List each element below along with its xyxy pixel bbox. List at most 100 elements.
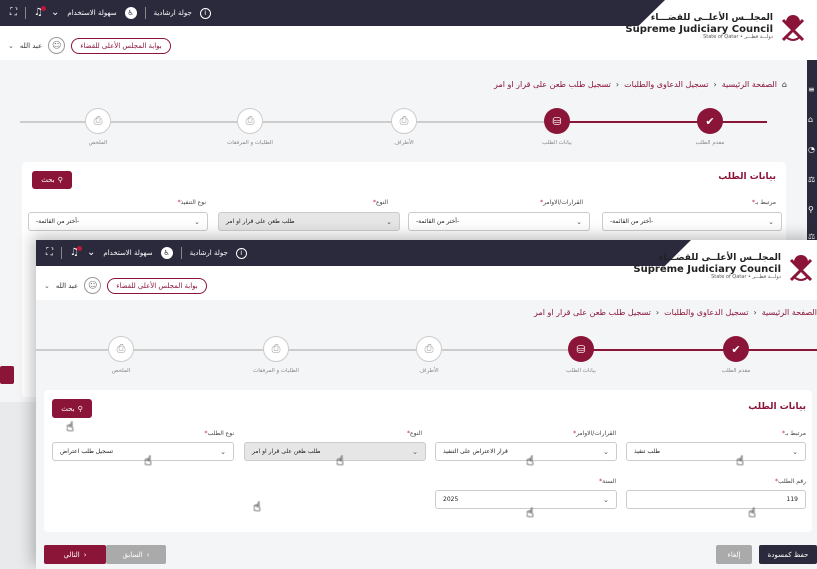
user-name[interactable]: عبد الله [56,282,78,290]
accessibility-label[interactable]: سهولة الاستخدام [103,249,152,257]
breadcrumb-current: تسجيل طلب طعن على قرار او امر [534,308,651,317]
linked-to-label: مرتبط بـ* [781,430,806,437]
search-button[interactable]: بحث ⚲ [32,171,72,189]
pointer-cursor-icon: ☝ [66,420,74,435]
notifications-icon[interactable]: ♫ [34,6,46,18]
search-icon: ⚲ [57,176,63,184]
user-row: ⌄ عبد الله ☺ بوابة المجلس الأعلى للقضاء [8,37,171,54]
next-button-partial[interactable] [0,366,14,384]
chevron-down-icon: ⌄ [603,447,609,456]
step-applicant[interactable]: ✔ مقدم الطلب [696,336,776,374]
card-title: بيانات الطلب [718,172,776,182]
step-summary[interactable]: ⎙ الملخص [81,336,161,374]
chevron-down-icon: ⌄ [603,495,609,504]
type-label: النوع* [407,430,422,437]
council-name-ar: المجلــس الأعلــى للقضـــاء [658,252,781,263]
scale-icon[interactable]: ⚖ [808,175,815,184]
decisions-select[interactable]: -أختر من القائمة- ⌄ [408,212,590,231]
breadcrumb-parent[interactable]: تسجيل الدعاوى والطلبات [624,80,708,89]
accessibility-icon[interactable]: ♿ [160,247,173,259]
header: ⛶ ♫ ⌄ سهولة الاستخدام ♿ جولة ارشادية i ا… [36,240,817,300]
portal-button[interactable]: بوابة المجلس الأعلى للقضاء [107,277,207,294]
chevron-down-icon[interactable]: ⌄ [8,42,14,50]
chevron-right-icon: › [83,550,87,559]
council-logo: المجلــس الأعلــى للقضـــاء Supreme Judi… [633,250,815,284]
info-icon[interactable]: i [199,7,211,19]
guide-tour-link[interactable]: جولة ارشادية [154,9,192,17]
step-attachments[interactable]: ⎙ الطلبات و المرفقات [236,336,316,374]
avatar[interactable]: ☺ [84,277,102,294]
pointer-cursor-icon: ☝ [336,454,344,469]
step-parties[interactable]: ⎙ الأطراف [389,336,469,374]
home-icon[interactable]: ⌂ [782,80,787,89]
chevron-down-icon[interactable]: ⌄ [87,248,95,258]
council-emblem-icon [789,255,813,282]
decisions-label: القرارات/الاوامر* [540,199,583,206]
breadcrumb-current: تسجيل طلب طعن على قرار او امر [494,80,611,89]
step-request-data[interactable]: ⛁ بيانات الطلب [517,108,597,146]
cancel-button[interactable]: إلغاء [716,545,752,564]
step-attachments[interactable]: ⎙ الطلبات و المرفقات [210,108,290,146]
council-subtitle: State of Qatar • دولـــة قطـــر [711,273,781,280]
next-button[interactable]: التالي › [44,545,106,564]
step-applicant[interactable]: ✔ مقدم الطلب [670,108,750,146]
breadcrumb: ⌂ الصفحة الرئيسية ‹ تسجيل الدعاوى والطلب… [494,80,787,89]
step-parties[interactable]: ⎙ الأطراف [364,108,444,146]
chevron-down-icon: ⌄ [576,217,582,226]
chevron-down-icon: ⌄ [792,447,798,456]
fullscreen-icon[interactable]: ⛶ [46,248,53,258]
network-icon[interactable]: ⚲ [808,205,814,214]
utility-bar: ⛶ ♫ ⌄ سهولة الاستخدام ♿ جولة ارشادية i [36,240,691,266]
stepper: ✔ مقدم الطلب ⛁ بيانات الطلب ⎙ الأطراف ⎙ الطل… [36,336,817,386]
menu-icon[interactable]: ≡ [808,85,815,94]
foreground-window: ⛶ ♫ ⌄ سهولة الاستخدام ♿ جولة ارشادية i ا… [36,240,817,569]
guide-tour-link[interactable]: جولة ارشادية [190,249,228,257]
type-select[interactable]: طلب طعن على قرار او امر ⌄ [218,212,400,231]
info-icon[interactable]: i [235,247,247,259]
breadcrumb-parent[interactable]: تسجيل الدعاوى والطلبات [664,308,748,317]
year-label: السنة* [599,478,616,485]
fullscreen-icon[interactable]: ⛶ [10,8,17,18]
chevron-down-icon[interactable]: ⌄ [51,8,59,18]
request-type-label: نوع الطلب* [204,430,234,437]
council-name-ar: المجلــس الأعلــى للقضـــاء [650,12,773,23]
linked-to-label: مرتبط بـ* [751,199,776,206]
request-type-select[interactable]: تسجيل طلب اعتراض ⌄ [52,442,234,461]
step-summary[interactable]: ⎙ الملخص [58,108,138,146]
pointer-cursor-icon: ☝ [253,500,261,515]
card-title: بيانات الطلب [748,402,806,412]
chevron-down-icon: ⌄ [386,217,392,226]
execution-type-select[interactable]: -أختر من القائمة- ⌄ [28,212,208,231]
linked-to-select[interactable]: -أختر من القائمة- ⌄ [602,212,782,231]
council-subtitle: State of Qatar • دولـــة قطـــر [703,33,773,40]
linked-to-select[interactable]: طلب تنفيذ ⌄ [626,442,806,461]
stepper: ✔ مقدم الطلب ⛁ بيانات الطلب ⎙ الأطراف ⎙ الطل… [0,108,817,158]
step-request-data[interactable]: ⛁ بيانات الطلب [541,336,621,374]
council-emblem-icon [781,15,805,42]
execution-type-label: نوع التنفيذ* [177,199,206,206]
breadcrumb-home[interactable]: الصفحة الرئيسية [722,80,777,89]
type-select[interactable]: طلب طعن على قرار او امر ⌄ [244,442,426,461]
accessibility-icon[interactable]: ♿ [124,7,137,19]
chevron-down-icon: ⌄ [220,447,226,456]
portal-button[interactable]: بوابة المجلس الأعلى للقضاء [71,37,171,54]
search-button[interactable]: بحث ⚲ [52,399,92,418]
accessibility-label[interactable]: سهولة الاستخدام [67,9,116,17]
request-number-input[interactable]: 119 [626,490,806,509]
avatar[interactable]: ☺ [48,37,66,54]
decisions-label: القرارات/الاوامر* [573,430,616,437]
user-name[interactable]: عبد الله [20,42,42,50]
pointer-cursor-icon: ☝ [748,506,756,521]
request-number-label: رقم الطلب* [775,478,806,485]
user-row: ⌄ عبد الله ☺ بوابة المجلس الأعلى للقضاء [44,277,207,294]
chevron-down-icon[interactable]: ⌄ [44,282,50,290]
council-logo: المجلــس الأعلــى للقضـــاء Supreme Judi… [625,10,807,44]
save-draft-button[interactable]: حفظ كمسودة [759,545,817,564]
type-label: النوع* [373,199,388,206]
breadcrumb: ⌂ الصفحة الرئيسية ‹ تسجيل الدعاوى والطلب… [534,308,817,317]
breadcrumb-home[interactable]: الصفحة الرئيسية [762,308,817,317]
pointer-cursor-icon: ☝ [526,506,534,521]
previous-button[interactable]: السابق ‹ [106,545,166,564]
notifications-icon[interactable]: ♫ [70,246,82,258]
pointer-cursor-icon: ☝ [144,454,152,469]
